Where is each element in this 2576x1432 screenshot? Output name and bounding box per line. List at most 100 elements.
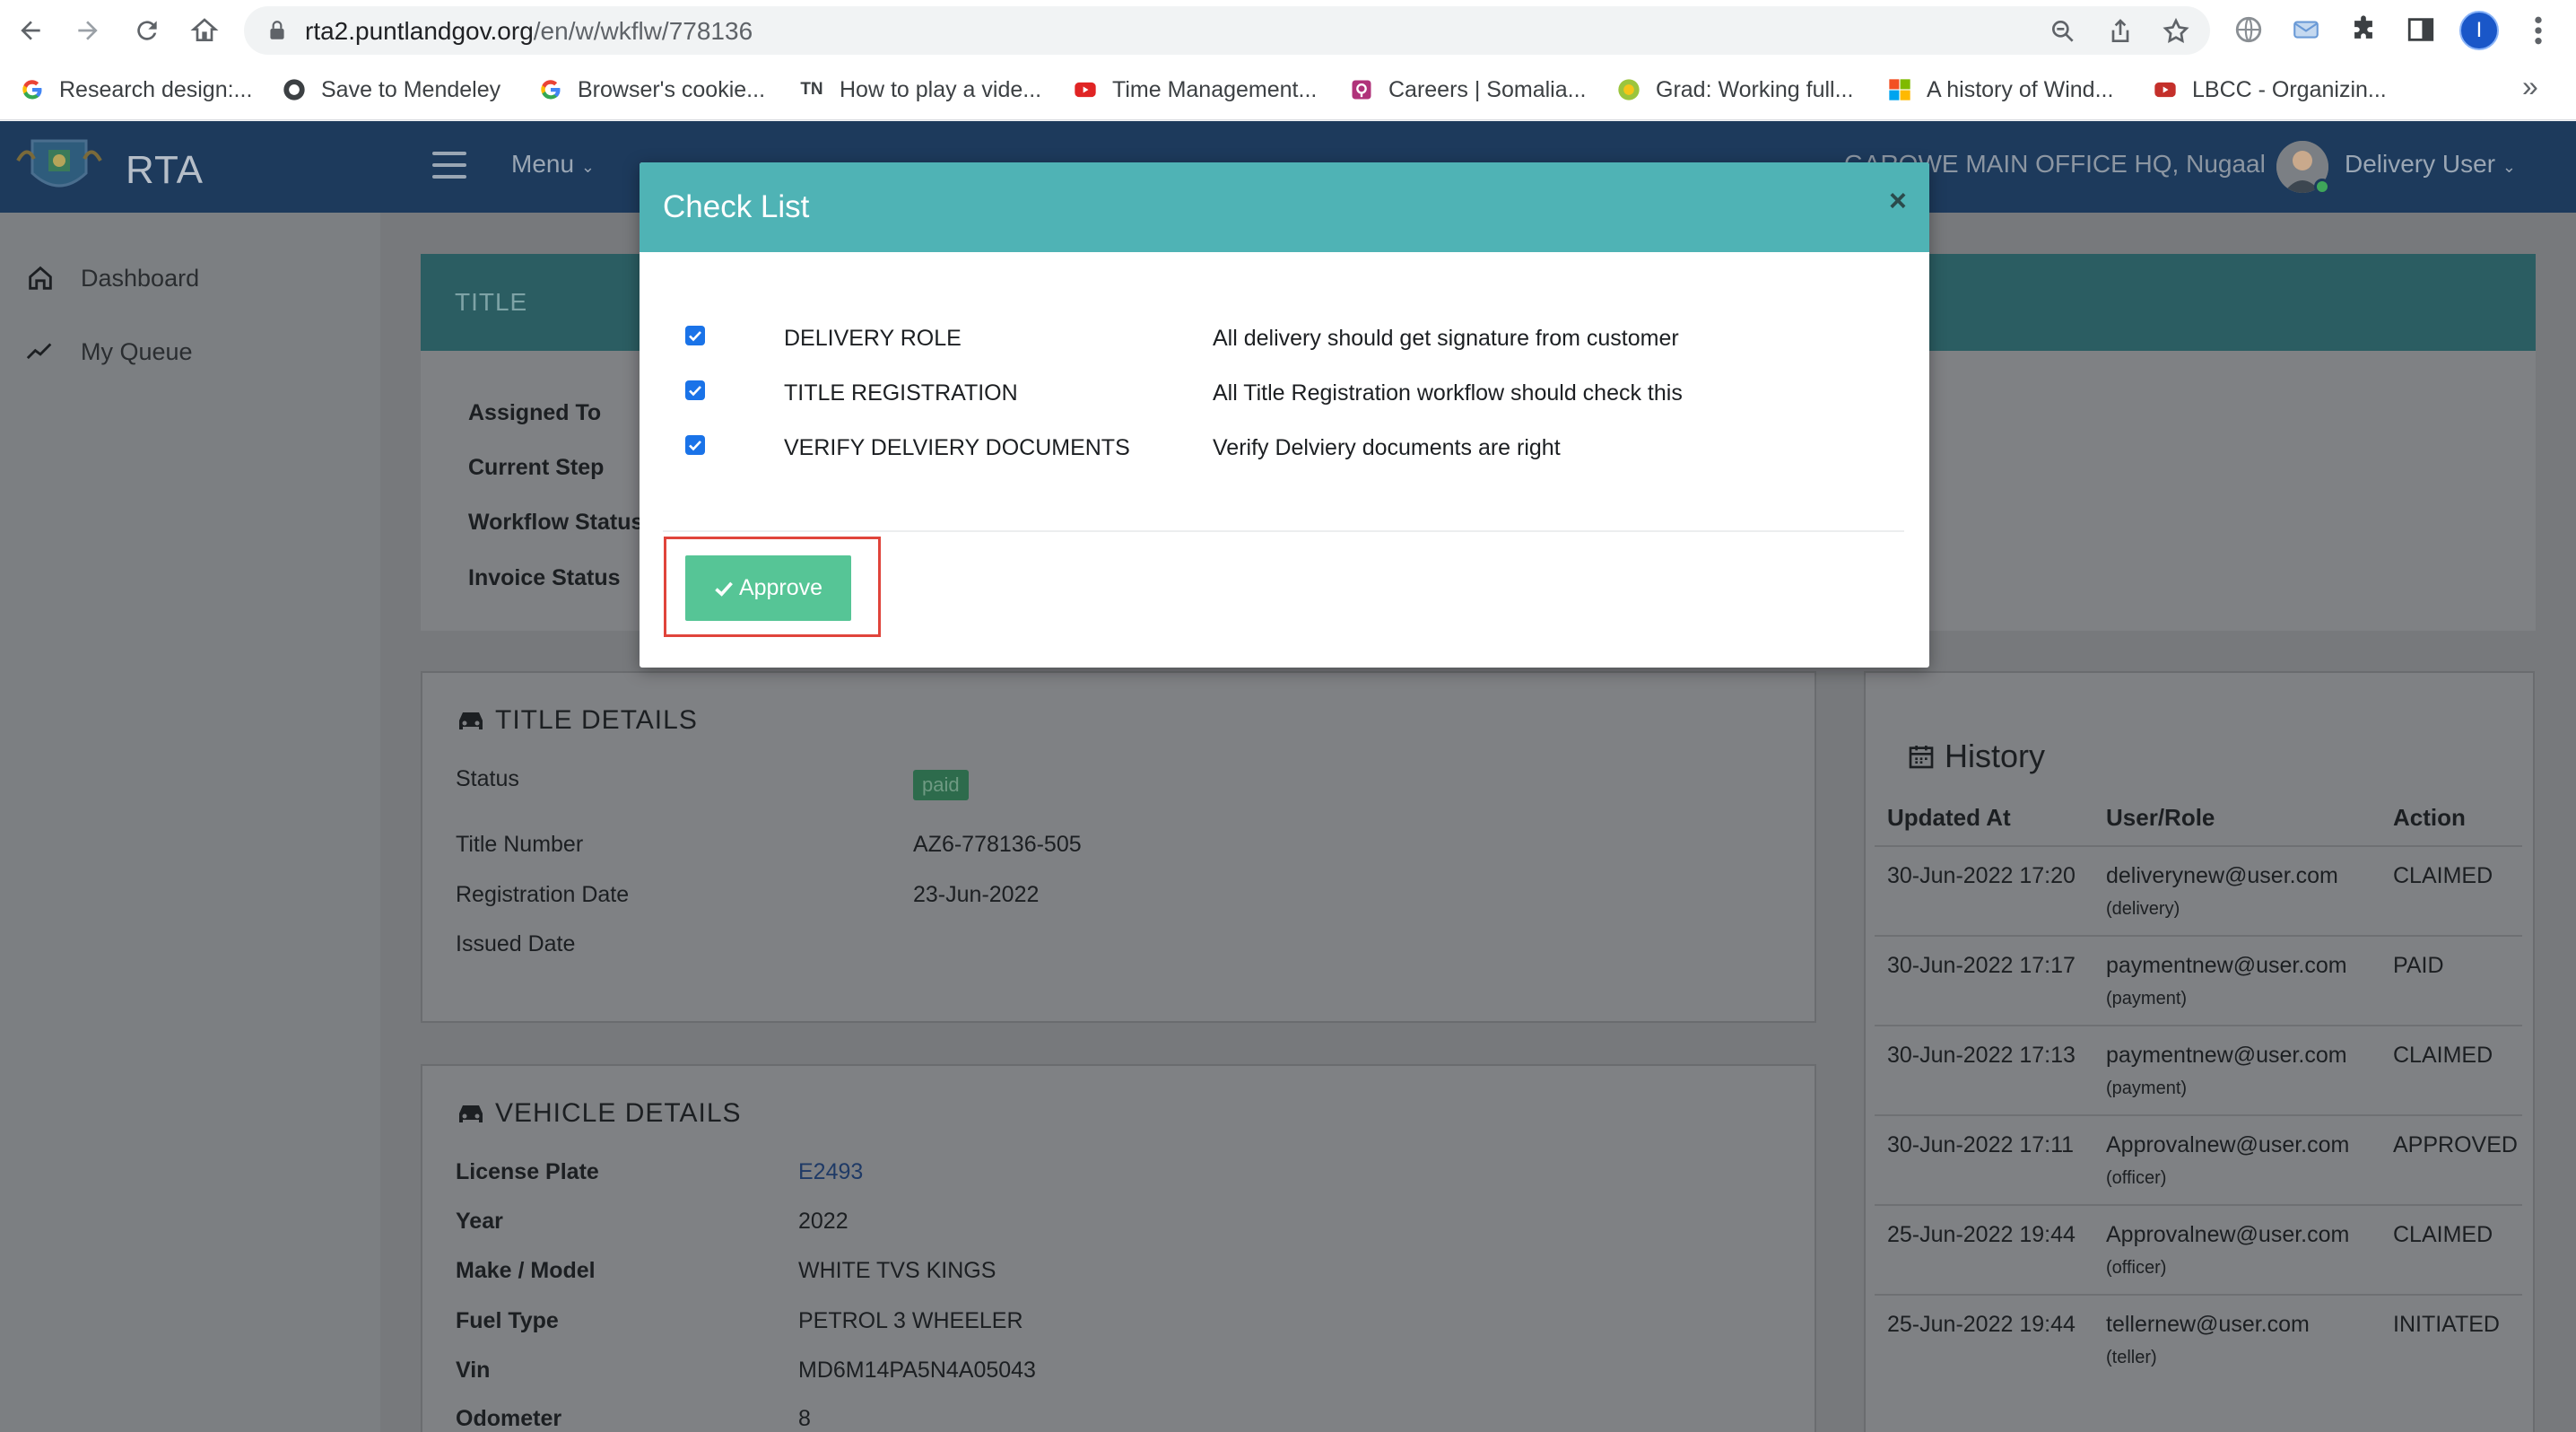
make-model-label: Make / Model bbox=[456, 1258, 596, 1283]
fuel-type-label: Fuel Type bbox=[456, 1308, 559, 1333]
rta-logo bbox=[16, 139, 102, 188]
history-action-cell: PAID bbox=[2393, 953, 2444, 978]
history-heading: History bbox=[1907, 738, 2045, 775]
history-updated-cell: 25-Jun-2022 19:44 bbox=[1887, 1222, 2076, 1247]
globe-extension-icon[interactable] bbox=[2233, 14, 2264, 45]
history-updated-cell: 30-Jun-2022 17:13 bbox=[1887, 1043, 2076, 1068]
browser-toolbar: rta2.puntlandgov.org/en/w/wkflw/778136 I bbox=[0, 0, 2576, 61]
history-user-cell: Approvalnew@user.com bbox=[2106, 1132, 2350, 1157]
user-menu[interactable]: Delivery User ⌄ bbox=[2345, 150, 2516, 179]
modal-divider bbox=[663, 530, 1904, 532]
table-row bbox=[1875, 1025, 2522, 1026]
license-plate-link[interactable]: E2493 bbox=[798, 1159, 863, 1185]
odometer-value: 8 bbox=[798, 1406, 811, 1431]
sidebar-item-my-queue[interactable]: My Queue bbox=[25, 336, 193, 367]
share-icon[interactable] bbox=[2106, 17, 2135, 46]
car-icon bbox=[459, 712, 483, 729]
history-role-cell: (officer) bbox=[2106, 1168, 2167, 1188]
status-badge: paid bbox=[913, 770, 969, 800]
bookmark-item[interactable]: Save to Mendeley bbox=[282, 74, 500, 106]
table-row bbox=[1875, 935, 2522, 937]
title-number-label: Title Number bbox=[456, 832, 584, 857]
history-action-cell: APPROVED bbox=[2393, 1132, 2518, 1157]
app-brand[interactable]: RTA bbox=[126, 148, 204, 193]
table-row bbox=[1875, 845, 2522, 847]
history-updated-cell: 25-Jun-2022 19:44 bbox=[1887, 1312, 2076, 1337]
history-role-cell: (payment) bbox=[2106, 1078, 2188, 1098]
history-col-user: User/Role bbox=[2106, 804, 2215, 831]
zoom-icon[interactable] bbox=[2049, 17, 2077, 46]
chevron-down-icon: ⌄ bbox=[2502, 158, 2516, 176]
mail-extension-icon[interactable] bbox=[2291, 14, 2321, 45]
history-action-cell: CLAIMED bbox=[2393, 863, 2493, 888]
home-icon bbox=[29, 266, 52, 290]
checklist-description: All Title Registration workflow should c… bbox=[1213, 380, 1683, 406]
modal-title: Check List bbox=[663, 189, 810, 224]
address-bar[interactable]: rta2.puntlandgov.org/en/w/wkflw/778136 bbox=[244, 6, 2210, 55]
side-panel-icon[interactable] bbox=[2406, 14, 2436, 45]
menu-dropdown[interactable]: Menu ⌄ bbox=[511, 150, 595, 179]
puzzle-extensions-icon[interactable] bbox=[2348, 14, 2379, 45]
checklist-role: TITLE REGISTRATION bbox=[784, 380, 1018, 406]
bookmark-item[interactable]: Time Management... bbox=[1073, 74, 1317, 106]
vin-value: MD6M14PA5N4A05043 bbox=[798, 1358, 1036, 1383]
hamburger-menu-icon[interactable] bbox=[432, 152, 466, 179]
profile-avatar[interactable]: I bbox=[2459, 11, 2499, 50]
issued-date-label: Issued Date bbox=[456, 931, 576, 956]
make-model-value: WHITE TVS KINGS bbox=[798, 1258, 996, 1283]
windows-icon bbox=[1887, 77, 1912, 102]
approve-button[interactable]: Approve bbox=[685, 555, 851, 621]
grad-icon bbox=[1616, 77, 1641, 102]
history-col-action: Action bbox=[2393, 804, 2466, 831]
bookmark-item[interactable]: LBCC - Organizin... bbox=[2153, 74, 2387, 106]
history-updated-cell: 30-Jun-2022 17:11 bbox=[1887, 1132, 2075, 1157]
table-row bbox=[1875, 1204, 2522, 1206]
close-icon[interactable]: × bbox=[1889, 184, 1907, 219]
status-label: Status bbox=[456, 766, 519, 791]
mendeley-icon bbox=[282, 77, 307, 102]
history-role-cell: (officer) bbox=[2106, 1258, 2167, 1278]
title-registration-checkbox[interactable] bbox=[685, 380, 705, 400]
delivery-role-checkbox[interactable] bbox=[685, 326, 705, 345]
table-row bbox=[1875, 1294, 2522, 1296]
history-col-updated: Updated At bbox=[1887, 804, 2011, 831]
home-icon[interactable] bbox=[187, 13, 222, 48]
bookmark-item[interactable]: TN How to play a vide... bbox=[798, 74, 1041, 106]
history-updated-cell: 30-Jun-2022 17:17 bbox=[1887, 953, 2076, 978]
registration-date-label: Registration Date bbox=[456, 882, 630, 907]
vehicle-details-heading: VEHICLE DETAILS bbox=[456, 1098, 742, 1129]
registration-date-value: 23-Jun-2022 bbox=[913, 882, 1040, 907]
workflow-status-label: Workflow Status bbox=[468, 510, 644, 535]
history-updated-cell: 30-Jun-2022 17:20 bbox=[1887, 863, 2076, 888]
verify-documents-checkbox[interactable] bbox=[685, 435, 705, 455]
checklist-description: All delivery should get signature from c… bbox=[1213, 326, 1679, 351]
bookmarks-bar: Research design:... Save to Mendeley Bro… bbox=[0, 61, 2576, 120]
bookmark-item[interactable]: Grad: Working full... bbox=[1616, 74, 1853, 106]
history-user-cell: paymentnew@user.com bbox=[2106, 1043, 2347, 1068]
reload-icon[interactable] bbox=[129, 13, 165, 48]
forward-arrow-icon[interactable] bbox=[70, 13, 106, 48]
back-arrow-icon[interactable] bbox=[13, 13, 48, 48]
history-user-cell: paymentnew@user.com bbox=[2106, 953, 2347, 978]
bookmark-item[interactable]: A history of Wind... bbox=[1887, 74, 2113, 106]
youtube-icon bbox=[2153, 77, 2178, 102]
trend-icon bbox=[26, 343, 52, 360]
bookmark-item[interactable]: Careers | Somalia... bbox=[1349, 74, 1586, 106]
title-details-heading: TITLE DETAILS bbox=[456, 705, 698, 736]
online-status-dot bbox=[2314, 179, 2330, 195]
license-plate-label: License Plate bbox=[456, 1159, 599, 1184]
history-role-cell: (delivery) bbox=[2106, 899, 2180, 919]
sidebar-item-dashboard[interactable]: Dashboard bbox=[25, 263, 199, 293]
bookmark-item[interactable]: Research design:... bbox=[20, 74, 252, 106]
year-label: Year bbox=[456, 1209, 503, 1234]
bookmark-star-icon[interactable] bbox=[2162, 17, 2190, 46]
bookmark-item[interactable]: Browser's cookie... bbox=[538, 74, 765, 106]
url-text: rta2.puntlandgov.org/en/w/wkflw/778136 bbox=[305, 17, 753, 45]
check-list-modal: Check List × DELIVERY ROLE All delivery … bbox=[640, 162, 1929, 668]
chevron-down-icon: ⌄ bbox=[580, 158, 595, 176]
bookmarks-overflow-button[interactable]: » bbox=[2522, 70, 2538, 103]
lock-icon bbox=[270, 21, 284, 39]
tn-icon: TN bbox=[800, 80, 823, 99]
checklist-role: VERIFY DELVIERY DOCUMENTS bbox=[784, 435, 1130, 460]
browser-menu-icon[interactable] bbox=[2529, 13, 2547, 48]
